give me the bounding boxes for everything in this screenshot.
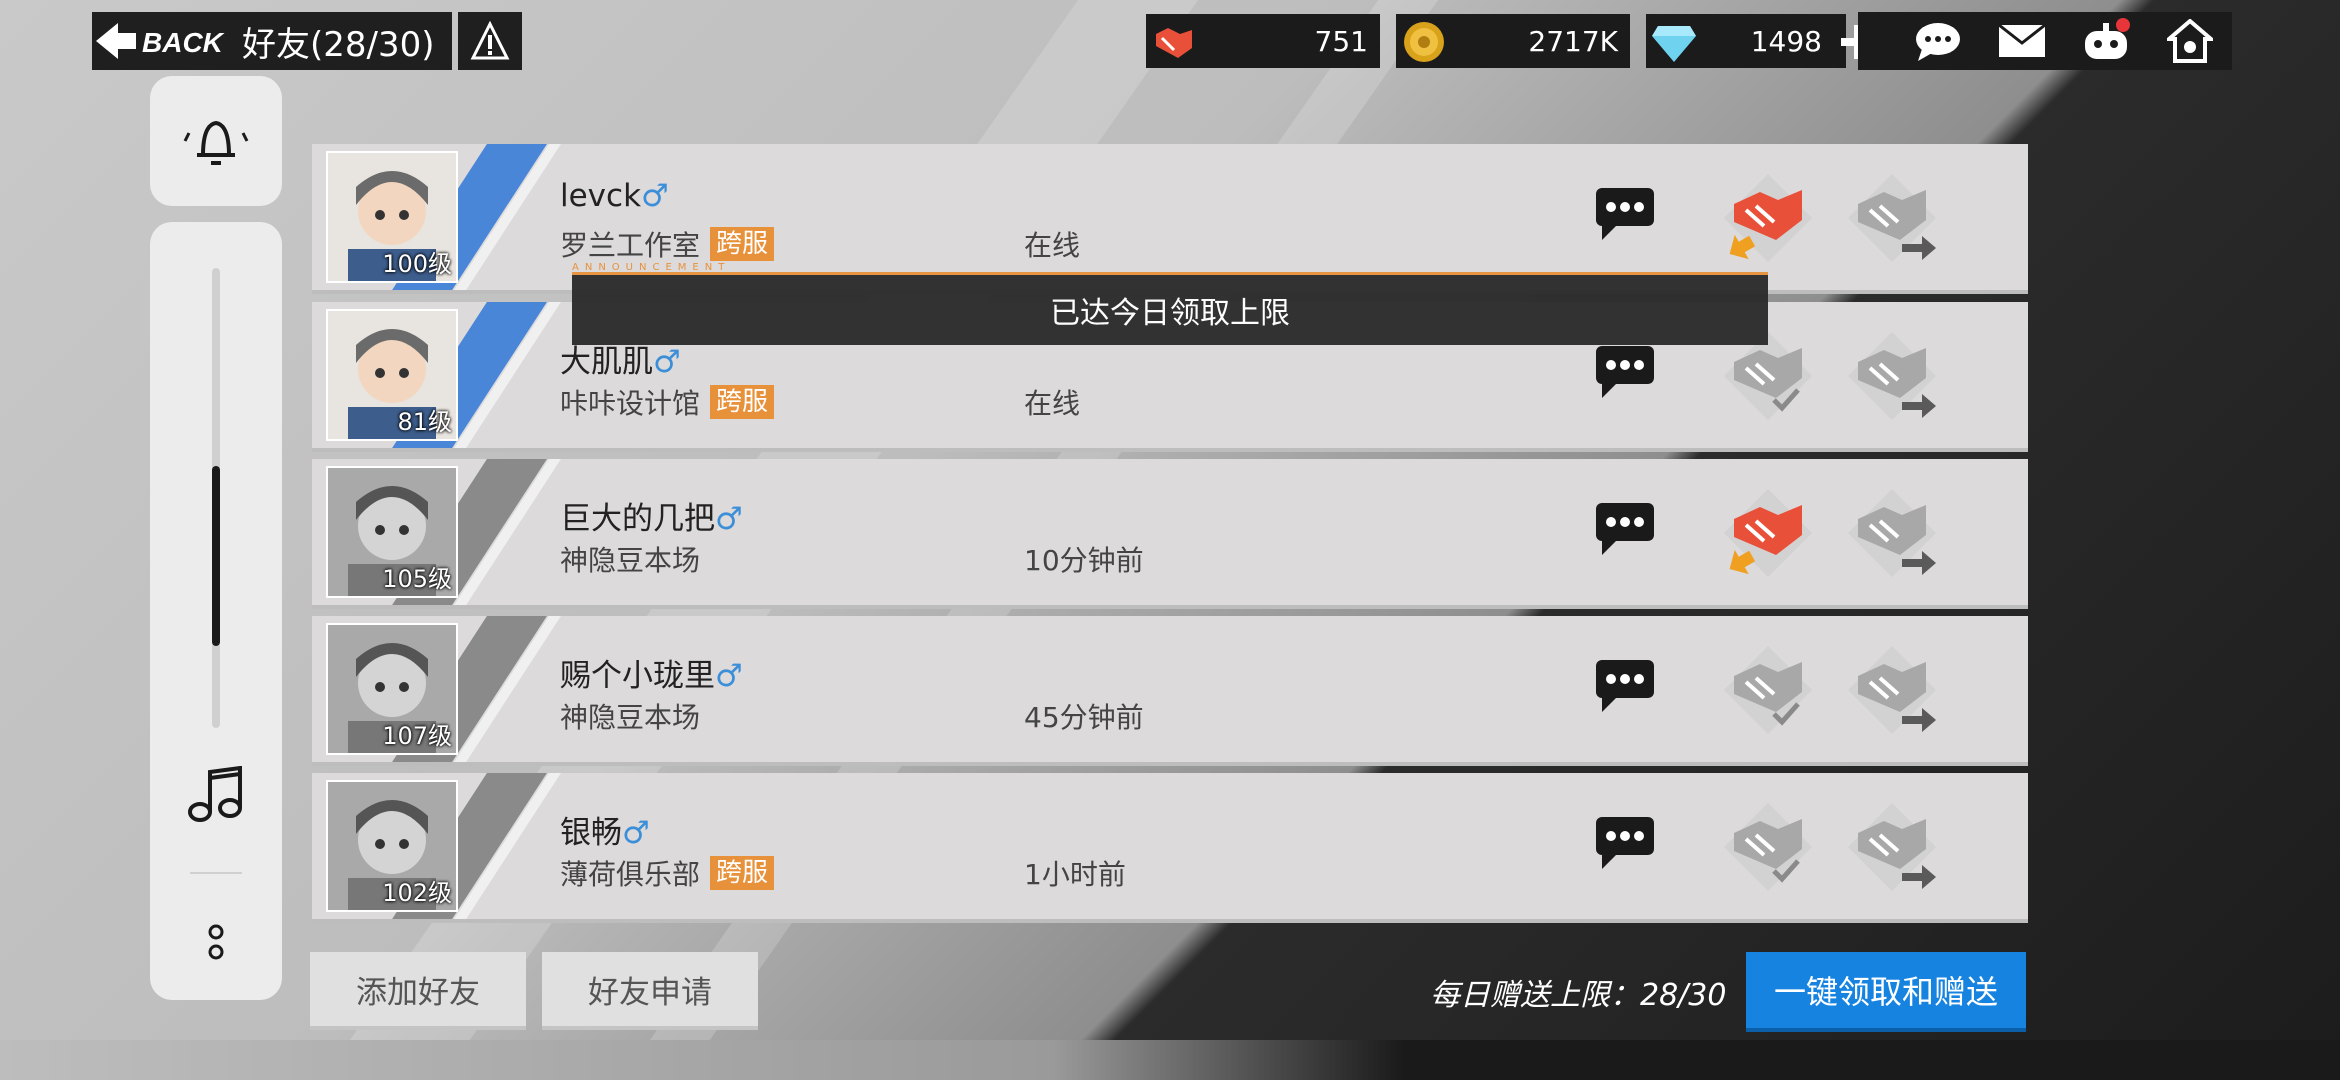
back-arrow-icon: BACK	[92, 12, 242, 70]
svg-text:BACK: BACK	[142, 27, 225, 58]
send-gift-icon[interactable]	[1844, 485, 1940, 581]
friend-club: 神隐豆本场	[560, 539, 700, 579]
friend-club: 罗兰工作室 跨服	[560, 224, 775, 264]
notification-toggle[interactable]	[150, 76, 282, 206]
chat-icon[interactable]	[1594, 344, 1656, 400]
volume-slider-thumb[interactable]	[212, 466, 220, 646]
diamond-icon	[1652, 20, 1696, 64]
send-gift-icon[interactable]	[1844, 642, 1940, 738]
avatar[interactable]: 105级	[326, 466, 458, 598]
top-icon-bar	[1858, 12, 2232, 70]
club-name: 咔咔设计馆	[560, 387, 701, 420]
friendship-value: 751	[1314, 24, 1368, 58]
friend-name: 赐个小珑里♂	[560, 658, 743, 694]
online-status: 45分钟前	[1024, 701, 1144, 734]
club-name: 神隐豆本场	[560, 544, 701, 577]
friend-club: 薄荷俱乐部 跨服	[560, 853, 775, 893]
friend-club: 神隐豆本场	[560, 696, 700, 736]
friend-name: levck♂	[560, 178, 669, 214]
online-status: 在线	[1024, 229, 1081, 262]
receive-gift-icon[interactable]	[1720, 170, 1816, 266]
cross-server-badge: 跨服	[710, 227, 775, 261]
online-status: 10分钟前	[1024, 544, 1144, 577]
male-icon: ♂	[653, 344, 681, 380]
online-status: 在线	[1024, 387, 1081, 420]
club-name: 薄荷俱乐部	[560, 858, 701, 891]
cross-server-badge: 跨服	[710, 856, 775, 890]
avatar[interactable]: 102级	[326, 780, 458, 912]
claim-and-send-all-button[interactable]: 一键领取和赠送	[1746, 952, 2026, 1032]
club-name: 神隐豆本场	[560, 701, 701, 734]
coins-value: 2717K	[1528, 24, 1618, 58]
receive-gift-icon[interactable]	[1720, 642, 1816, 738]
bg-floor	[0, 1040, 2340, 1080]
chat-icon[interactable]	[1594, 501, 1656, 557]
info-icon	[470, 21, 510, 60]
club-name: 罗兰工作室	[560, 229, 701, 262]
handshake-icon	[1152, 20, 1196, 64]
avatar[interactable]: 81级	[326, 309, 458, 441]
friend-row[interactable]: 107级 赐个小珑里♂ 神隐豆本场 45分钟前	[312, 616, 2028, 766]
player-level: 105级	[382, 565, 452, 593]
info-button[interactable]	[458, 12, 522, 70]
receive-gift-icon[interactable]	[1720, 485, 1816, 581]
male-icon: ♂	[641, 178, 669, 214]
home-icon	[2167, 19, 2213, 63]
send-gift-icon[interactable]	[1844, 170, 1940, 266]
male-icon: ♂	[715, 501, 743, 537]
friend-club: 咔咔设计馆 跨服	[560, 382, 775, 422]
diamonds: 1498	[1646, 14, 1846, 68]
friend-row[interactable]: 102级 银畅♂ 薄荷俱乐部 跨服 1小时前	[312, 773, 2028, 923]
mail-button[interactable]	[1994, 18, 2050, 64]
coin-icon	[1402, 20, 1446, 64]
receive-gift-icon[interactable]	[1720, 799, 1816, 895]
diamonds-value: 1498	[1750, 24, 1822, 58]
chat-icon[interactable]	[1594, 186, 1656, 242]
friend-name: 银畅♂	[560, 815, 650, 851]
daily-gift-limit: 每日赠送上限：28/30	[1430, 978, 1727, 1013]
send-gift-icon[interactable]	[1844, 328, 1940, 424]
chat-button[interactable]	[1910, 18, 1966, 64]
back-button[interactable]: BACK 好友(28/30)	[92, 12, 452, 70]
more-icon[interactable]	[206, 922, 226, 962]
notification-dot	[2116, 18, 2130, 32]
bell-icon	[183, 120, 249, 165]
coins: 2717K	[1396, 14, 1630, 68]
send-gift-icon[interactable]	[1844, 799, 1940, 895]
male-icon: ♂	[715, 658, 743, 694]
player-level: 81级	[397, 408, 452, 436]
friendship-points: 751	[1146, 14, 1380, 68]
chat-bubble-icon	[1916, 23, 1960, 61]
friend-requests-button[interactable]: 好友申请	[542, 952, 758, 1030]
home-button[interactable]	[2162, 18, 2218, 64]
toast-message: 已达今日领取上限	[572, 272, 1768, 345]
avatar[interactable]: 100级	[326, 151, 458, 283]
avatar[interactable]: 107级	[326, 623, 458, 755]
friend-row[interactable]: 105级 巨大的几把♂ 神隐豆本场 10分钟前	[312, 459, 2028, 609]
player-level: 102级	[382, 879, 452, 907]
friend-name: 巨大的几把♂	[560, 501, 743, 537]
assistant-button[interactable]	[2078, 18, 2134, 64]
player-level: 100级	[382, 250, 452, 278]
divider	[190, 872, 242, 874]
add-friend-button[interactable]: 添加好友	[310, 952, 526, 1030]
chat-icon[interactable]	[1594, 658, 1656, 714]
chat-icon[interactable]	[1594, 815, 1656, 871]
male-icon: ♂	[622, 815, 650, 851]
page-title: 好友(28/30)	[242, 24, 435, 65]
player-level: 107级	[382, 722, 452, 750]
volume-panel	[150, 222, 282, 1000]
music-note-icon[interactable]	[186, 766, 246, 822]
mail-icon	[1998, 23, 2046, 57]
online-status: 1小时前	[1024, 858, 1126, 891]
toast-caption: ANNOUNCEMENT	[572, 262, 731, 273]
cross-server-badge: 跨服	[710, 385, 775, 419]
